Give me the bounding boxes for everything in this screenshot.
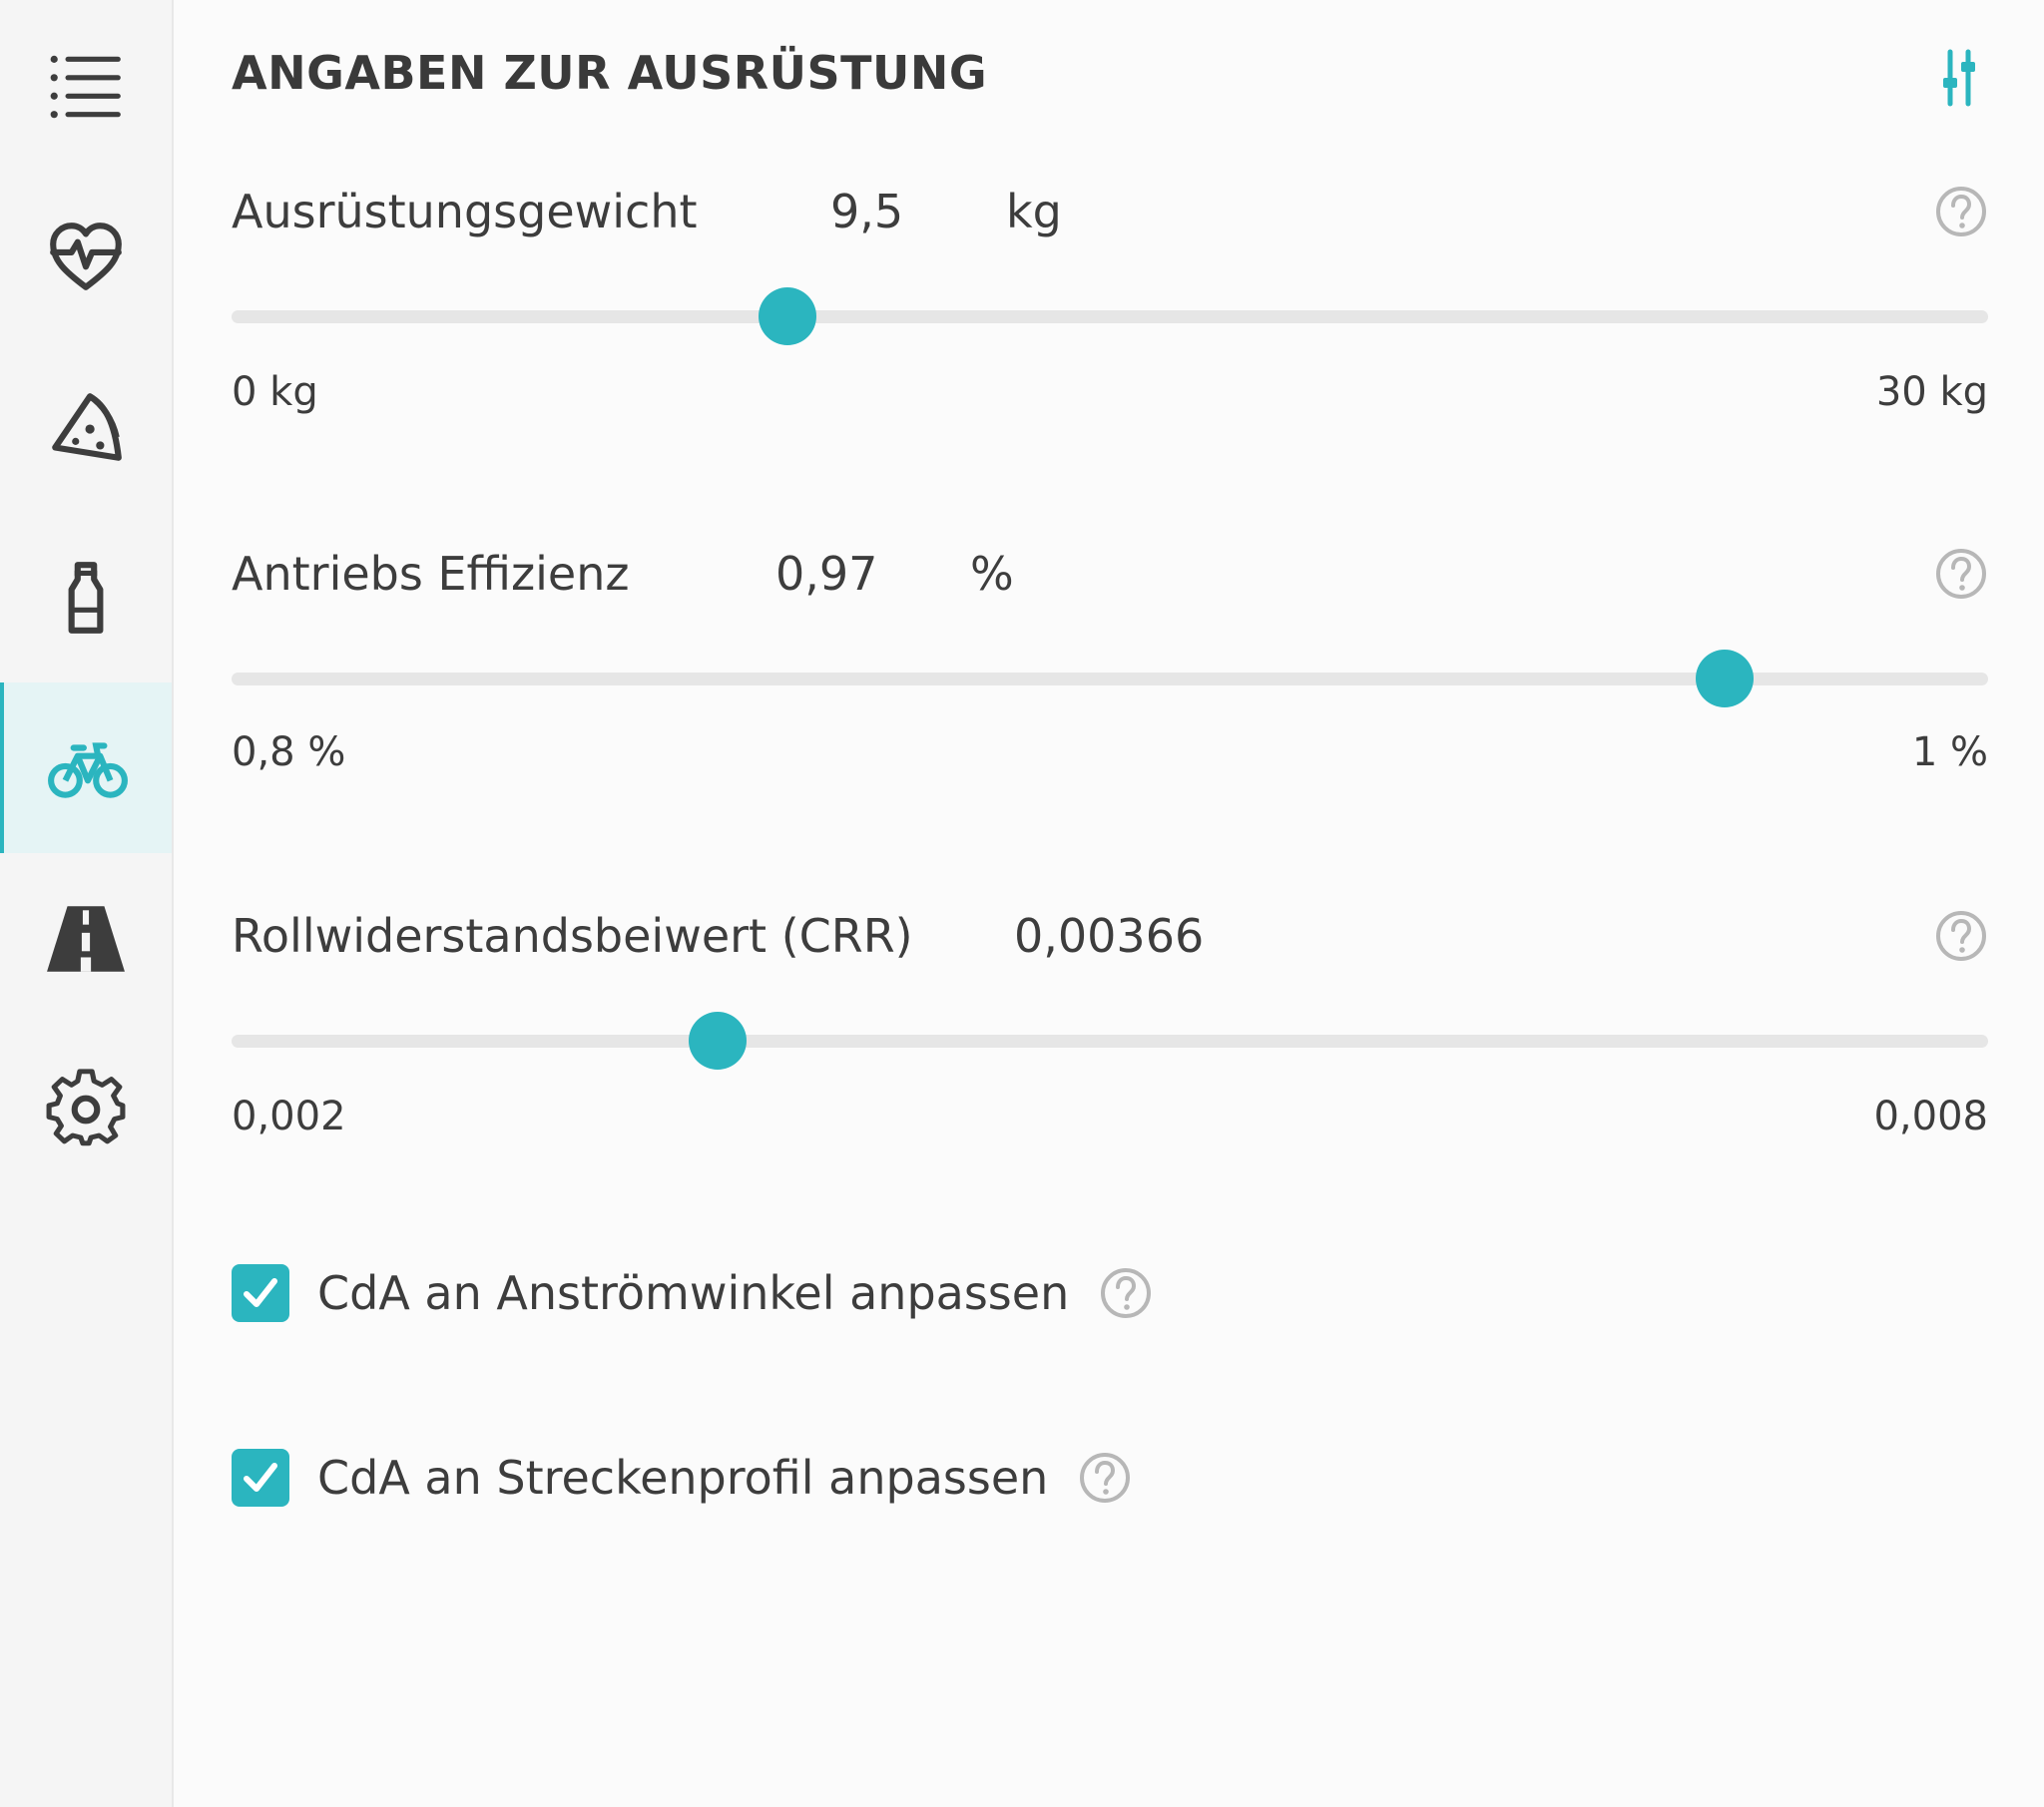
slider-track (232, 310, 1988, 323)
field-value: 0,97 (775, 547, 878, 601)
slider-track (232, 1035, 1988, 1048)
help-icon[interactable] (1078, 1451, 1132, 1505)
pizza-slice-icon (52, 392, 122, 461)
help-icon[interactable] (1934, 185, 1988, 238)
sliders-icon[interactable] (1932, 48, 1988, 108)
slider-thumb[interactable] (759, 287, 817, 345)
sidebar-item-equipment[interactable] (0, 682, 172, 853)
road-icon (47, 905, 125, 972)
slider-max-label: 30 kg (1875, 369, 1988, 415)
checkbox-label[interactable]: CdA an Streckenprofil anpassen (317, 1451, 1048, 1505)
checkbox-label[interactable]: CdA an Anströmwinkel anpassen (317, 1266, 1069, 1320)
sidebar-item-settings[interactable] (0, 1024, 172, 1194)
sidebar-item-health[interactable] (0, 171, 172, 341)
field-unit: kg (1006, 185, 1062, 238)
slider-max-label: 0,008 (1873, 1094, 1988, 1139)
slider-min-label: 0,002 (232, 1094, 346, 1139)
checkmark-icon (244, 1278, 277, 1307)
checkmark-icon (244, 1463, 277, 1492)
field-unit: % (970, 547, 1014, 601)
checkbox-yaw-angle[interactable] (232, 1264, 289, 1322)
app-root: ANGABEN ZUR AUSRÜSTUNG Ausrüstungsgewich… (0, 0, 2044, 1807)
page-title: ANGABEN ZUR AUSRÜSTUNG (232, 46, 988, 100)
checkbox-row-route-profile: CdA an Streckenprofil anpassen (232, 1443, 1132, 1513)
sidebar-item-menu[interactable] (0, 0, 172, 171)
bottle-icon (68, 561, 104, 634)
field-rolling-resistance: Rollwiderstandsbeiwert (CRR) 0,00366 0,0… (232, 909, 1988, 1188)
slider-thumb[interactable] (688, 1012, 747, 1070)
field-value: 9,5 (830, 185, 904, 238)
sidebar-item-route[interactable] (0, 853, 172, 1024)
slider-drive-efficiency[interactable] (232, 649, 1988, 708)
field-label: Rollwiderstandsbeiwert (CRR) (232, 909, 913, 963)
main-panel: ANGABEN ZUR AUSRÜSTUNG Ausrüstungsgewich… (174, 0, 2044, 1807)
slider-equipment-weight[interactable] (232, 286, 1988, 346)
sidebar-item-hydration[interactable] (0, 512, 172, 682)
gear-icon (46, 1068, 126, 1145)
slider-thumb[interactable] (1696, 650, 1754, 707)
slider-min-label: 0 kg (232, 369, 318, 415)
sidebar (0, 0, 174, 1807)
slider-rolling-resistance[interactable] (232, 1011, 1988, 1071)
checkbox-row-yaw-angle: CdA an Anströmwinkel anpassen (232, 1258, 1153, 1328)
slider-min-label: 0,8 % (232, 729, 346, 775)
help-icon[interactable] (1934, 547, 1988, 601)
field-label: Antriebs Effizienz (232, 547, 630, 601)
bicycle-icon (48, 741, 128, 798)
field-label: Ausrüstungsgewicht (232, 185, 698, 238)
help-icon[interactable] (1934, 909, 1988, 963)
menu-list-icon (50, 55, 121, 118)
sidebar-item-nutrition[interactable] (0, 341, 172, 512)
field-equipment-weight: Ausrüstungsgewicht 9,5 kg 0 kg 30 kg (232, 185, 1988, 464)
field-drive-efficiency: Antriebs Effizienz 0,97 % 0,8 % 1 % (232, 547, 1988, 826)
heart-pulse-icon (50, 222, 122, 290)
help-icon[interactable] (1099, 1266, 1153, 1320)
field-value: 0,00366 (1014, 909, 1205, 963)
slider-max-label: 1 % (1911, 729, 1988, 775)
checkbox-route-profile[interactable] (232, 1449, 289, 1507)
